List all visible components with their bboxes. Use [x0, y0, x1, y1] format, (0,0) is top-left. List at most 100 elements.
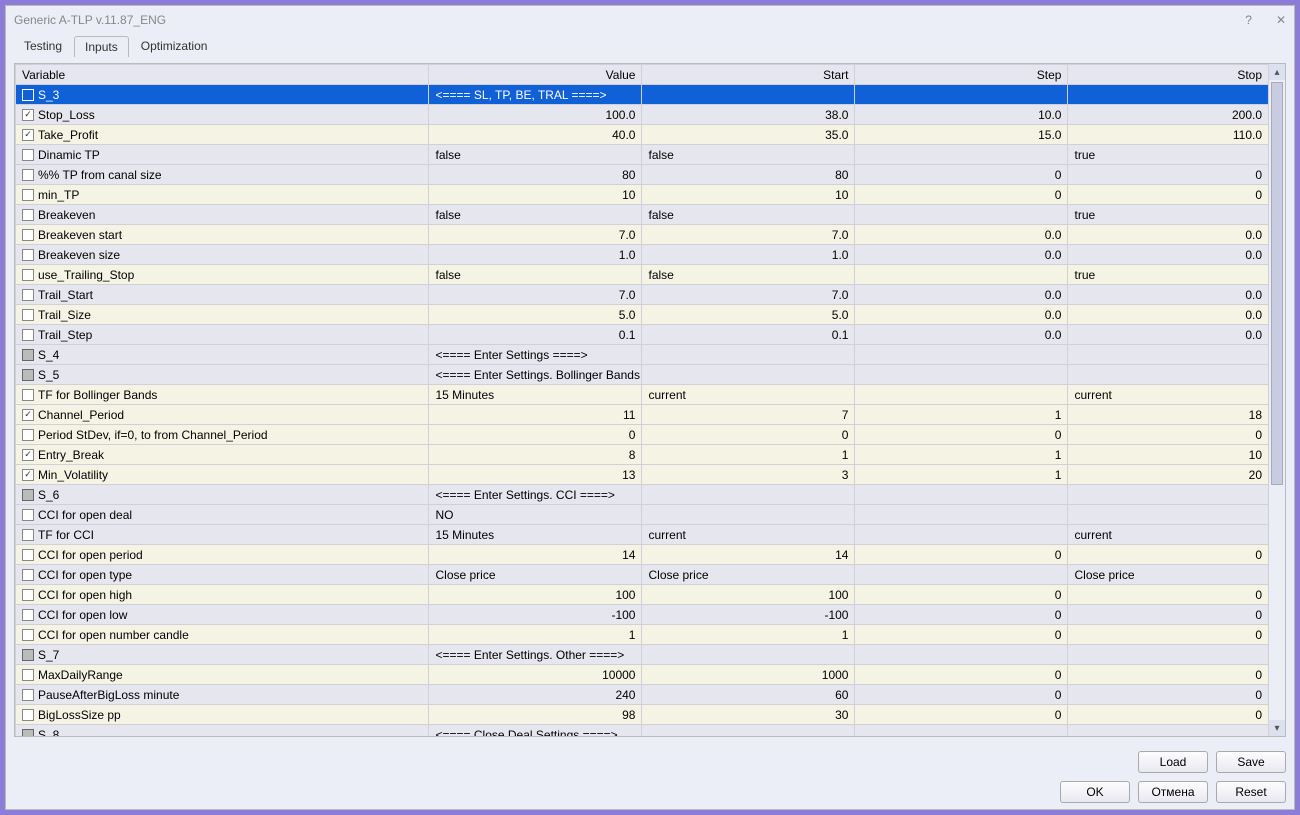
cell-start[interactable]: 30 [642, 705, 855, 725]
table-row[interactable]: TF for CCI15 Minutescurrentcurrent [16, 525, 1269, 545]
scroll-up-icon[interactable]: ▴ [1269, 64, 1285, 80]
cell-step[interactable]: 0 [855, 665, 1068, 685]
optimize-checkbox[interactable] [22, 529, 34, 541]
table-row[interactable]: CCI for open typeClose priceClose priceC… [16, 565, 1269, 585]
optimize-checkbox[interactable] [22, 249, 34, 261]
cell-step[interactable] [855, 505, 1068, 525]
cell-step[interactable] [855, 205, 1068, 225]
cell-step[interactable]: 0 [855, 545, 1068, 565]
cell-stop[interactable]: 0 [1068, 605, 1269, 625]
cell-step[interactable]: 1 [855, 465, 1068, 485]
cell-start[interactable]: Close price [642, 565, 855, 585]
optimize-checkbox[interactable] [22, 709, 34, 721]
table-row[interactable]: CCI for open dealNO [16, 505, 1269, 525]
load-button[interactable]: Load [1138, 751, 1208, 773]
optimize-checkbox[interactable] [22, 549, 34, 561]
cell-step[interactable] [855, 345, 1068, 365]
table-row[interactable]: S_3<==== SL, TP, BE, TRAL ====> [16, 85, 1269, 105]
cell-value[interactable]: 80 [429, 165, 642, 185]
table-row[interactable]: CCI for open number candle1100 [16, 625, 1269, 645]
tab-optimization[interactable]: Optimization [131, 36, 218, 57]
optimize-checkbox[interactable] [22, 509, 34, 521]
cell-value[interactable]: 7.0 [429, 285, 642, 305]
optimize-checkbox[interactable] [22, 629, 34, 641]
cell-stop[interactable]: 200.0 [1068, 105, 1269, 125]
cell-start[interactable]: current [642, 525, 855, 545]
cancel-button[interactable]: Отмена [1138, 781, 1208, 803]
cell-value[interactable]: <==== Enter Settings. Bollinger Bands ==… [429, 365, 642, 385]
cell-stop[interactable]: 0 [1068, 185, 1269, 205]
cell-step[interactable] [855, 725, 1068, 737]
optimize-checkbox[interactable] [22, 609, 34, 621]
cell-start[interactable]: 1 [642, 625, 855, 645]
cell-value[interactable]: 5.0 [429, 305, 642, 325]
cell-value[interactable]: 15 Minutes [429, 385, 642, 405]
cell-value[interactable]: 100.0 [429, 105, 642, 125]
optimize-checkbox[interactable] [22, 189, 34, 201]
cell-value[interactable]: 8 [429, 445, 642, 465]
cell-value[interactable]: -100 [429, 605, 642, 625]
table-row[interactable]: Channel_Period117118 [16, 405, 1269, 425]
cell-stop[interactable]: 0.0 [1068, 325, 1269, 345]
cell-stop[interactable]: 0.0 [1068, 305, 1269, 325]
cell-start[interactable]: false [642, 265, 855, 285]
cell-value[interactable]: false [429, 205, 642, 225]
optimize-checkbox[interactable] [22, 269, 34, 281]
cell-start[interactable] [642, 505, 855, 525]
cell-start[interactable]: 1 [642, 445, 855, 465]
table-row[interactable]: %% TP from canal size808000 [16, 165, 1269, 185]
cell-stop[interactable]: true [1068, 265, 1269, 285]
optimize-checkbox[interactable] [22, 449, 34, 461]
cell-start[interactable]: 7 [642, 405, 855, 425]
optimize-checkbox[interactable] [22, 589, 34, 601]
table-row[interactable]: Breakevenfalsefalsetrue [16, 205, 1269, 225]
cell-start[interactable] [642, 725, 855, 737]
table-row[interactable]: S_8<==== Close Deal Settings ====> [16, 725, 1269, 737]
cell-start[interactable]: 35.0 [642, 125, 855, 145]
cell-value[interactable]: 0 [429, 425, 642, 445]
cell-start[interactable] [642, 85, 855, 105]
cell-value[interactable]: 11 [429, 405, 642, 425]
cell-start[interactable]: 0.1 [642, 325, 855, 345]
cell-step[interactable]: 0.0 [855, 305, 1068, 325]
cell-stop[interactable]: true [1068, 145, 1269, 165]
reset-button[interactable]: Reset [1216, 781, 1286, 803]
cell-value[interactable]: false [429, 265, 642, 285]
cell-step[interactable] [855, 385, 1068, 405]
cell-stop[interactable]: Close price [1068, 565, 1269, 585]
cell-step[interactable] [855, 485, 1068, 505]
cell-start[interactable]: -100 [642, 605, 855, 625]
cell-step[interactable] [855, 265, 1068, 285]
cell-stop[interactable]: 0 [1068, 685, 1269, 705]
cell-value[interactable]: 240 [429, 685, 642, 705]
optimize-checkbox[interactable] [22, 149, 34, 161]
optimize-checkbox[interactable] [22, 689, 34, 701]
optimize-checkbox[interactable] [22, 469, 34, 481]
table-row[interactable]: CCI for open period141400 [16, 545, 1269, 565]
cell-step[interactable] [855, 365, 1068, 385]
optimize-checkbox[interactable] [22, 329, 34, 341]
cell-stop[interactable]: 0 [1068, 165, 1269, 185]
cell-stop[interactable]: 0 [1068, 625, 1269, 645]
cell-step[interactable]: 0.0 [855, 245, 1068, 265]
table-row[interactable]: S_7<==== Enter Settings. Other ====> [16, 645, 1269, 665]
table-row[interactable]: PauseAfterBigLoss minute2406000 [16, 685, 1269, 705]
table-row[interactable]: S_4<==== Enter Settings ====> [16, 345, 1269, 365]
cell-stop[interactable]: true [1068, 205, 1269, 225]
cell-value[interactable]: <==== Enter Settings. CCI ====> [429, 485, 642, 505]
save-button[interactable]: Save [1216, 751, 1286, 773]
table-row[interactable]: CCI for open low-100-10000 [16, 605, 1269, 625]
cell-step[interactable]: 10.0 [855, 105, 1068, 125]
cell-stop[interactable]: 0.0 [1068, 245, 1269, 265]
cell-step[interactable]: 0 [855, 605, 1068, 625]
table-row[interactable]: TF for Bollinger Bands15 Minutescurrentc… [16, 385, 1269, 405]
scroll-down-icon[interactable]: ▾ [1269, 720, 1285, 736]
cell-stop[interactable]: 0 [1068, 665, 1269, 685]
vertical-scrollbar[interactable]: ▴ ▾ [1269, 64, 1285, 736]
cell-stop[interactable] [1068, 345, 1269, 365]
cell-stop[interactable]: 20 [1068, 465, 1269, 485]
cell-stop[interactable] [1068, 725, 1269, 737]
cell-value[interactable]: 100 [429, 585, 642, 605]
cell-stop[interactable]: 110.0 [1068, 125, 1269, 145]
optimize-checkbox[interactable] [22, 409, 34, 421]
